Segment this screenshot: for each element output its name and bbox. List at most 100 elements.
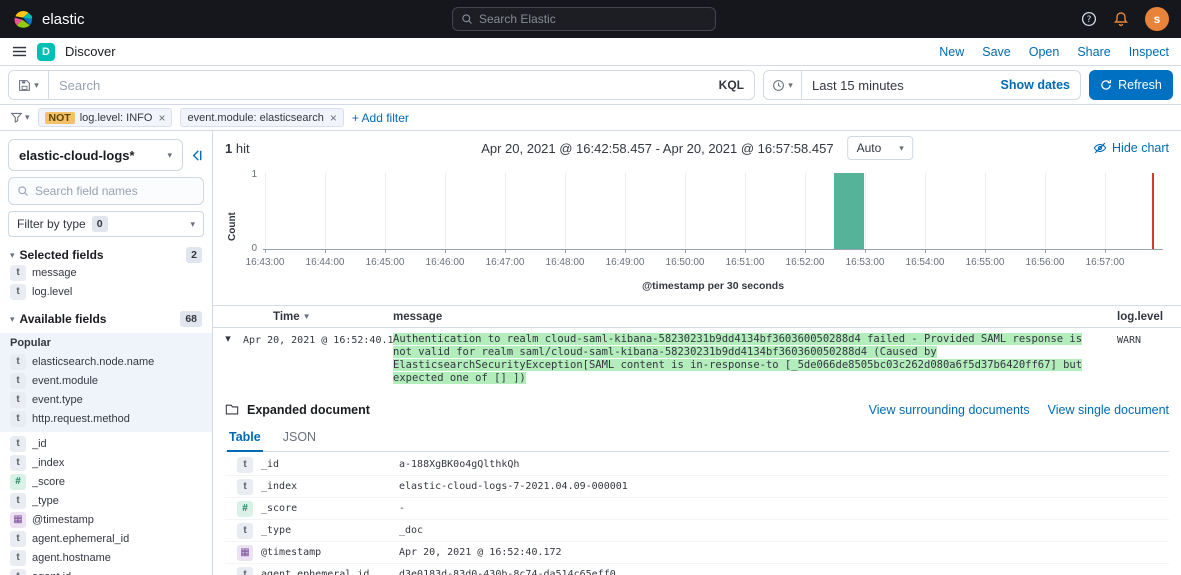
- help-icon[interactable]: ?: [1081, 11, 1097, 27]
- chart-x-tick-label: 16:43:00: [246, 257, 285, 268]
- current-time-marker: [1152, 173, 1154, 249]
- field-item-_score[interactable]: #_score: [8, 472, 204, 491]
- page-body: elastic-cloud-logs* ▾ Filter: [0, 131, 1181, 575]
- field-item-message[interactable]: tmessage: [8, 263, 204, 282]
- breadcrumb: Discover: [65, 44, 116, 59]
- filter-pill[interactable]: NOTlog.level: INFO×: [38, 108, 173, 127]
- remove-filter-icon[interactable]: ×: [158, 111, 165, 125]
- collapse-row-icon[interactable]: ▾: [225, 333, 231, 345]
- document-message: Authentication to realm cloud-saml-kiban…: [393, 333, 1109, 385]
- kql-search-input[interactable]: [49, 78, 709, 93]
- refresh-button[interactable]: Refresh: [1089, 70, 1173, 100]
- selected-fields-header[interactable]: ▾ Selected fields 2: [8, 247, 204, 263]
- field-item-log.level[interactable]: tlog.level: [8, 282, 204, 301]
- field-item-agent.id[interactable]: tagent.id: [8, 567, 204, 575]
- query-input-group: ▾ KQL: [8, 70, 755, 100]
- expanded-document-title: Expanded document: [247, 403, 370, 417]
- chart-gridline: [625, 173, 626, 249]
- index-pattern-select[interactable]: elastic-cloud-logs* ▾: [8, 139, 183, 171]
- chart-x-tick-label: 16:47:00: [486, 257, 525, 268]
- chart-x-tick-label: 16:57:00: [1086, 257, 1125, 268]
- chart-axis-tick: [625, 249, 626, 253]
- view-surrounding-documents-link[interactable]: View surrounding documents: [869, 403, 1030, 417]
- chart-x-axis-title: @timestamp per 30 seconds: [263, 280, 1163, 292]
- hit-count: 1 hit: [225, 141, 250, 156]
- filter-pill[interactable]: event.module: elasticsearch×: [180, 108, 343, 127]
- chart-axis-tick: [985, 249, 986, 253]
- chart-x-tick-label: 16:46:00: [426, 257, 465, 268]
- field-item-event.module[interactable]: tevent.module: [8, 371, 204, 390]
- chart-gridline: [925, 173, 926, 249]
- chart-axis-tick: [505, 249, 506, 253]
- documents-table-header: Time ▼ message log.level: [213, 306, 1181, 328]
- hide-chart-button[interactable]: Hide chart: [1093, 141, 1169, 155]
- global-search-input[interactable]: Search Elastic: [452, 7, 716, 31]
- field-type-icon: ▦: [10, 512, 26, 528]
- chart-axis-tick: [565, 249, 566, 253]
- elastic-logo[interactable]: elastic: [12, 8, 85, 30]
- chart-x-tick-label: 16:45:00: [366, 257, 405, 268]
- index-pattern-name: elastic-cloud-logs*: [19, 148, 135, 163]
- filter-by-type-button[interactable]: Filter by type 0 ▾: [8, 211, 204, 237]
- saved-query-menu-button[interactable]: ▾: [9, 71, 49, 99]
- menu-icon[interactable]: [12, 44, 27, 59]
- alerts-bell-icon[interactable]: [1113, 11, 1129, 27]
- refresh-icon: [1100, 79, 1112, 91]
- field-item-event.type[interactable]: tevent.type: [8, 390, 204, 409]
- histogram-bar[interactable]: [834, 173, 864, 249]
- doc-field-row-@timestamp: ▦@timestampApr 20, 2021 @ 16:52:40.172: [225, 542, 1169, 564]
- field-search-input[interactable]: [35, 184, 195, 198]
- nav-action-open[interactable]: Open: [1029, 45, 1060, 59]
- filter-negate-badge: NOT: [45, 112, 75, 124]
- popular-fields-title: Popular: [8, 335, 204, 352]
- time-range-button[interactable]: Last 15 minutes: [802, 78, 914, 93]
- query-bar: ▾ KQL ▾ Last 15 minutes Show dates Refre…: [0, 66, 1181, 105]
- discover-app-badge[interactable]: D: [37, 43, 55, 61]
- chevron-down-icon: ▾: [25, 113, 30, 122]
- brand-name: elastic: [42, 11, 85, 28]
- nav-actions: New Save Open Share Inspect: [939, 45, 1169, 59]
- available-fields-header[interactable]: ▾ Available fields 68: [8, 311, 204, 327]
- chart-gridline: [385, 173, 386, 249]
- tab-table[interactable]: Table: [227, 427, 263, 452]
- histogram-interval-select[interactable]: Auto ▾: [848, 136, 913, 160]
- field-type-icon: t: [10, 493, 26, 509]
- time-column-header[interactable]: Time ▼: [243, 311, 393, 323]
- show-dates-button[interactable]: Show dates: [991, 78, 1080, 92]
- filter-pills: NOTlog.level: INFO× event.module: elastic…: [38, 108, 344, 127]
- field-item-http.request.method[interactable]: thttp.request.method: [8, 409, 204, 428]
- user-avatar[interactable]: s: [1145, 7, 1169, 31]
- sort-descending-icon: ▼: [303, 312, 311, 321]
- header-right-icons: ? s: [1081, 7, 1169, 31]
- popular-fields-block: Popular telasticsearch.node.nametevent.m…: [0, 333, 212, 432]
- field-item-agent.ephemeral_id[interactable]: tagent.ephemeral_id: [8, 529, 204, 548]
- selected-fields-list: tmessagetlog.level: [8, 263, 204, 301]
- nav-action-share[interactable]: Share: [1077, 45, 1110, 59]
- doc-field-row-_id: t_ida-188XgBK0o4gQlthkQh: [225, 454, 1169, 476]
- nav-action-save[interactable]: Save: [982, 45, 1011, 59]
- remove-filter-icon[interactable]: ×: [330, 111, 337, 125]
- field-item-_index[interactable]: t_index: [8, 453, 204, 472]
- field-item-_type[interactable]: t_type: [8, 491, 204, 510]
- quick-select-time-button[interactable]: ▾: [764, 71, 802, 99]
- chevron-down-icon: ▾: [788, 81, 793, 90]
- filter-options-button[interactable]: ▾: [10, 111, 30, 124]
- chart-axis-tick: [385, 249, 386, 253]
- field-item-@timestamp[interactable]: ▦@timestamp: [8, 510, 204, 529]
- field-type-icon: t: [10, 265, 26, 281]
- collapse-sidebar-icon[interactable]: [189, 148, 204, 163]
- nav-action-inspect[interactable]: Inspect: [1129, 45, 1169, 59]
- field-item-_id[interactable]: t_id: [8, 434, 204, 453]
- view-single-document-link[interactable]: View single document: [1048, 403, 1169, 417]
- query-language-button[interactable]: KQL: [709, 78, 754, 92]
- eye-slash-icon: [1093, 141, 1107, 155]
- chart-axis-tick: [685, 249, 686, 253]
- elastic-logo-icon: [12, 8, 34, 30]
- tab-json[interactable]: JSON: [281, 427, 318, 451]
- add-filter-button[interactable]: + Add filter: [352, 111, 409, 125]
- field-item-agent.hostname[interactable]: tagent.hostname: [8, 548, 204, 567]
- histogram-chart: Count 1 0 16:43:0016:44:0016:45:0016:46:…: [225, 165, 1169, 296]
- field-item-elasticsearch.node.name[interactable]: telasticsearch.node.name: [8, 352, 204, 371]
- available-fields-title: Available fields: [20, 312, 107, 326]
- nav-action-new[interactable]: New: [939, 45, 964, 59]
